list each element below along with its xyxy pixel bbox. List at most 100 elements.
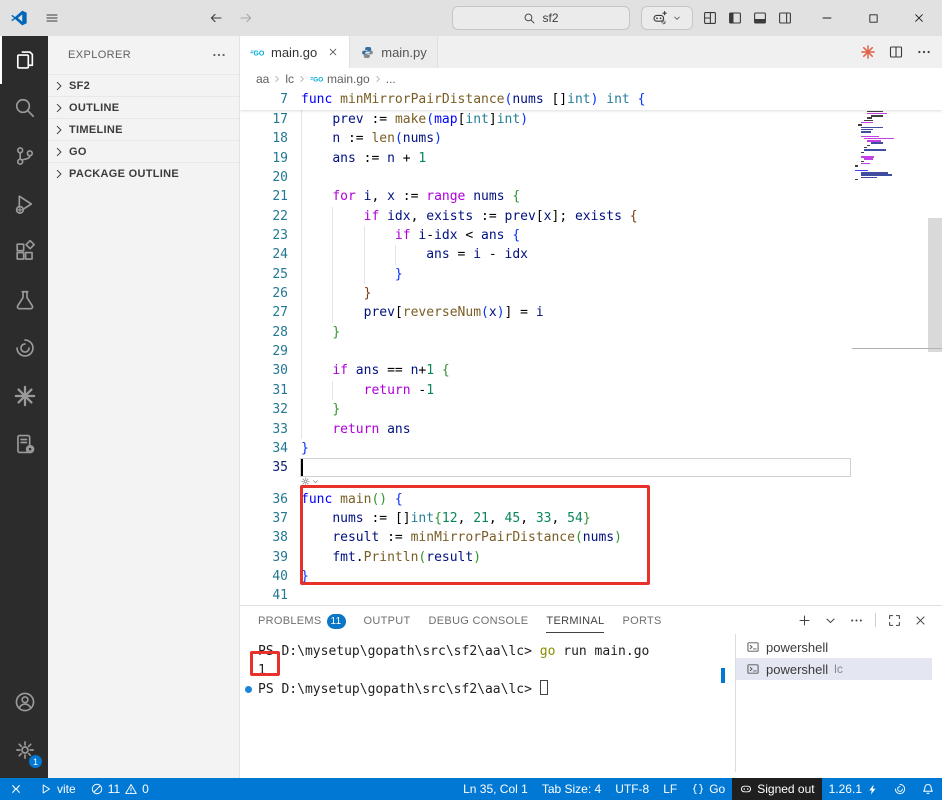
- code-line-35[interactable]: 35: [240, 458, 942, 478]
- status-item-indentation[interactable]: Tab Size: 4: [535, 778, 608, 800]
- status-item-copilot-status[interactable]: Signed out: [732, 778, 822, 800]
- copilot-menu-button[interactable]: [641, 6, 693, 30]
- toggle-panel-icon[interactable]: [752, 10, 768, 26]
- status-item-notifications[interactable]: [914, 778, 942, 800]
- minimap[interactable]: [855, 90, 927, 600]
- code-line-40[interactable]: 40}: [240, 567, 942, 586]
- status-item-swirl-status[interactable]: [886, 778, 914, 800]
- toggle-secondary-sidebar-icon[interactable]: [777, 10, 793, 26]
- code-line-19[interactable]: 19 ans := n + 1: [240, 148, 942, 169]
- sticky-scroll-line[interactable]: 7 func minMirrorPairDistance(nums []int) …: [240, 90, 942, 110]
- terminal-instance-1[interactable]: powershell: [736, 636, 932, 658]
- command-decoration-dot[interactable]: [245, 686, 252, 693]
- tab-main.py[interactable]: main.py: [350, 36, 438, 68]
- code-line-41[interactable]: 41: [240, 586, 942, 605]
- minimap-bar: [855, 169, 868, 172]
- close-icon[interactable]: [327, 46, 339, 58]
- code-line-17[interactable]: 17 prev := make(map[int]int): [240, 110, 942, 130]
- expand-icon[interactable]: [887, 613, 902, 628]
- status-item-extension-version[interactable]: 1.26.1: [822, 778, 886, 800]
- code-line-18[interactable]: 18 n := len(nums): [240, 129, 942, 149]
- status-item-problems-summary[interactable]: 11 0: [83, 778, 156, 800]
- breadcrumb-item----[interactable]: ...: [386, 72, 396, 86]
- code-line-29[interactable]: 29: [240, 342, 942, 362]
- code-line-22[interactable]: 22 if idx, exists := prev[x]; exists {: [240, 206, 942, 227]
- status-item-task-vite[interactable]: vite: [32, 778, 83, 800]
- close-icon[interactable]: [913, 613, 928, 628]
- status-item-cursor-position[interactable]: Ln 35, Col 1: [456, 778, 535, 800]
- toggle-sidebar-icon[interactable]: [727, 10, 743, 26]
- starburst-icon[interactable]: [860, 44, 876, 60]
- tab-main.go[interactable]: GO main.go: [240, 36, 351, 68]
- split-editor-icon[interactable]: [888, 44, 904, 60]
- code-line-36[interactable]: 36 func main() {: [240, 490, 942, 509]
- code-line-25[interactable]: 25 }: [240, 264, 942, 285]
- forward-arrow-icon[interactable]: [238, 10, 254, 26]
- chevron-down-icon: [311, 477, 320, 486]
- panel-tab-problems[interactable]: PROBLEMS 11: [258, 608, 346, 633]
- activity-item-swirl[interactable]: [0, 324, 48, 372]
- activity-item-run-debug[interactable]: [0, 180, 48, 228]
- sidebar-section-go[interactable]: GO: [48, 140, 239, 162]
- close-window-button[interactable]: [896, 0, 942, 36]
- code-line-21[interactable]: 21 for i, x := range nums {: [240, 187, 942, 207]
- ellipsis-icon[interactable]: [849, 613, 864, 628]
- menu-icon[interactable]: [44, 10, 60, 26]
- code-line-30[interactable]: 30 if ans == n+1 {: [240, 361, 942, 381]
- status-item-encoding[interactable]: UTF-8: [608, 778, 656, 800]
- panel-tab-ports[interactable]: PORTS: [622, 608, 661, 633]
- activity-item-settings[interactable]: 1: [0, 726, 48, 774]
- activity-item-starburst[interactable]: [0, 372, 48, 420]
- terminal-instance-2[interactable]: powershell lc: [736, 658, 932, 680]
- sidebar-section-timeline[interactable]: TIMELINE: [48, 118, 239, 140]
- sidebar-more-actions-icon[interactable]: [211, 47, 227, 63]
- activity-item-testing[interactable]: [0, 276, 48, 324]
- activity-item-account[interactable]: [0, 678, 48, 726]
- sidebar-section-outline[interactable]: OUTLINE: [48, 96, 239, 118]
- maximize-button[interactable]: [850, 0, 896, 36]
- panel-tab-output[interactable]: OUTPUT: [364, 608, 411, 633]
- code-line-31[interactable]: 31 return -1: [240, 380, 942, 401]
- line-number: 25: [272, 266, 288, 282]
- code-line-39[interactable]: 39 fmt.Println(result): [240, 547, 942, 567]
- ellipsis-icon[interactable]: [916, 44, 932, 60]
- code-line-27[interactable]: 27 prev[reverseNum(x)] = i: [240, 303, 942, 323]
- editor-scrollbar[interactable]: [928, 218, 942, 352]
- back-arrow-icon[interactable]: [208, 10, 224, 26]
- code-line-20[interactable]: 20: [240, 168, 942, 188]
- code-line-23[interactable]: 23 if i-idx < ans {: [240, 226, 942, 246]
- code-line-38[interactable]: 38 result := minMirrorPairDistance(nums): [240, 528, 942, 548]
- status-item-language-mode[interactable]: Go: [684, 778, 732, 800]
- code-line-24[interactable]: 24 ans = i - idx: [240, 245, 942, 265]
- status-item-remote-indicator[interactable]: [0, 778, 32, 800]
- testing-icon: [13, 288, 37, 312]
- activity-item-search[interactable]: [0, 84, 48, 132]
- code-line-26[interactable]: 26 }: [240, 284, 942, 304]
- code-editor[interactable]: 7 func minMirrorPairDistance(nums []int) …: [240, 90, 942, 605]
- minimize-button[interactable]: [804, 0, 850, 36]
- customize-layout-icon[interactable]: [702, 10, 718, 26]
- code-line-28[interactable]: 28 }: [240, 322, 942, 343]
- sidebar-section-sf2[interactable]: SF2: [48, 74, 239, 96]
- activity-item-explorer[interactable]: [0, 36, 48, 84]
- breadcrumb-item-main-go[interactable]: GO main.go: [310, 72, 370, 86]
- activity-item-source-control[interactable]: [0, 132, 48, 180]
- breadcrumb-item-aa[interactable]: aa: [256, 72, 269, 86]
- code-line-37[interactable]: 37 nums := []int{12, 21, 45, 33, 54}: [240, 508, 942, 529]
- activity-item-notebook[interactable]: [0, 420, 48, 468]
- codelens-actions[interactable]: [300, 476, 320, 487]
- activity-item-extensions[interactable]: [0, 228, 48, 276]
- code-line-34[interactable]: 34}: [240, 439, 942, 458]
- sidebar-section-package-outline[interactable]: PACKAGE OUTLINE: [48, 162, 239, 184]
- status-item-eol[interactable]: LF: [656, 778, 684, 800]
- terminal-output[interactable]: PS D:\mysetup\gopath\src\sf2\aa\lc> go r…: [245, 642, 649, 699]
- code-line-32[interactable]: 32 }: [240, 400, 942, 420]
- panel-tab-debug-console[interactable]: DEBUG CONSOLE: [429, 608, 529, 633]
- activity-bar-bottom: 1: [0, 678, 48, 774]
- panel-tab-terminal[interactable]: TERMINAL: [546, 608, 605, 633]
- code-line-33[interactable]: 33 return ans: [240, 419, 942, 439]
- plus-icon[interactable]: [797, 613, 812, 628]
- chevron-down-icon[interactable]: [823, 613, 838, 628]
- command-center-search[interactable]: sf2: [452, 6, 630, 30]
- breadcrumb-item-lc[interactable]: lc: [285, 72, 294, 86]
